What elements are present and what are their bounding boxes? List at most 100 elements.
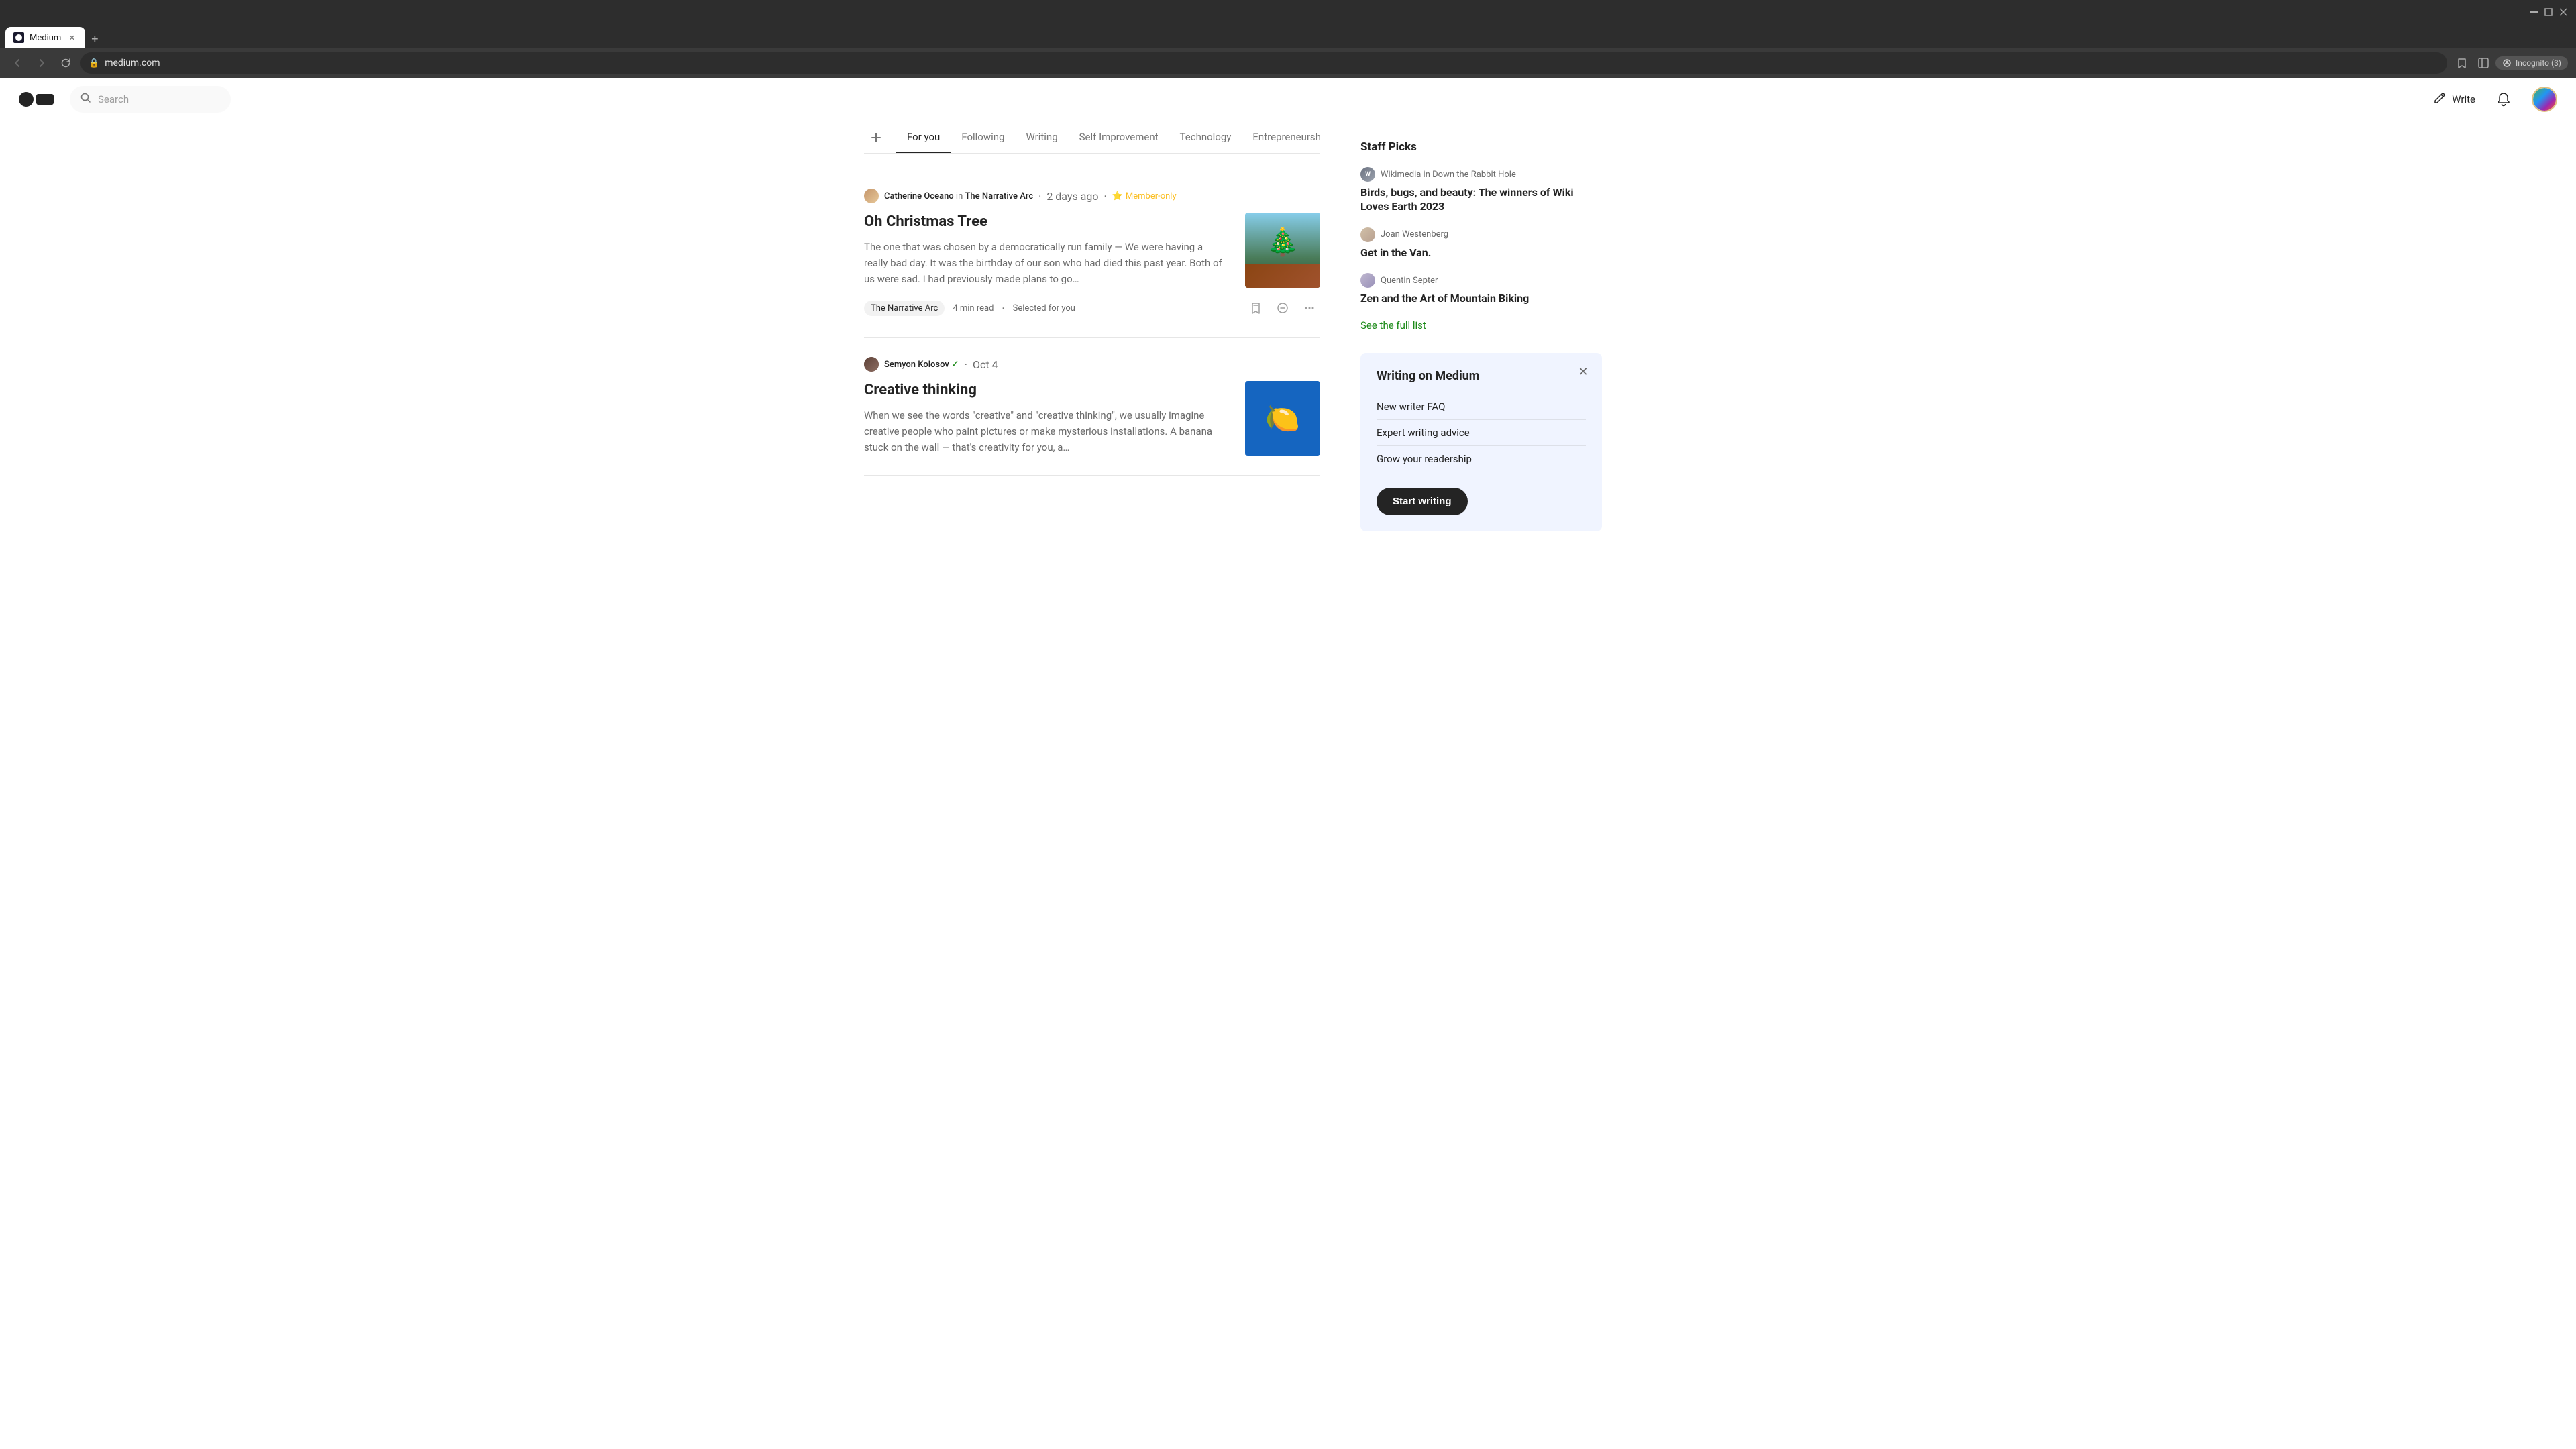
author-name[interactable]: Catherine Oceano: [884, 191, 954, 201]
staff-picks-section: Staff Picks W Wikimedia in Down the Rabb…: [1360, 140, 1602, 331]
article-time: Oct 4: [973, 358, 998, 371]
article-author-line: Catherine Oceano in The Narrative Arc: [884, 191, 1033, 201]
address-bar-lock-icon: 🔒: [89, 58, 99, 68]
pick-author-name[interactable]: Joan Westenberg: [1381, 229, 1448, 239]
article-meta: Semyon Kolosov ✓ · Oct 4: [864, 357, 1320, 372]
sidebar: Staff Picks W Wikimedia in Down the Rabb…: [1360, 121, 1602, 531]
article-time: 2 days ago: [1046, 190, 1098, 203]
save-article-button[interactable]: [1245, 297, 1267, 319]
pick-author-info: Wikimedia in Down the Rabbit Hole: [1381, 170, 1516, 180]
article-thumbnail[interactable]: [1245, 381, 1320, 456]
article-body: Creative thinking When we see the words …: [864, 381, 1320, 456]
see-full-list-link[interactable]: See the full list: [1360, 319, 1602, 331]
header-right: Write: [2433, 87, 2557, 112]
expert-writing-advice-link[interactable]: Expert writing advice: [1377, 420, 1586, 446]
browser-toolbar: 🔒 medium.com Incognito (3): [0, 48, 2576, 78]
pick-title[interactable]: Get in the Van.: [1360, 246, 1602, 260]
close-button[interactable]: [2559, 7, 2568, 17]
member-label: Member-only: [1126, 191, 1177, 201]
tab-self-improvement[interactable]: Self Improvement: [1069, 121, 1169, 154]
writing-on-medium-card: ✕ Writing on Medium New writer FAQ Exper…: [1360, 353, 1602, 531]
hide-article-button[interactable]: [1272, 297, 1293, 319]
staff-picks-title: Staff Picks: [1360, 140, 1602, 154]
minimize-button[interactable]: [2529, 7, 2538, 17]
staff-pick-item: W Wikimedia in Down the Rabbit Hole Bird…: [1360, 167, 1602, 214]
category-tabs: For you Following Writing Self Improveme…: [864, 121, 1320, 154]
article-card: Catherine Oceano in The Narrative Arc · …: [864, 170, 1320, 338]
grow-readership-link[interactable]: Grow your readership: [1377, 446, 1586, 472]
article-title[interactable]: Oh Christmas Tree: [864, 213, 1229, 232]
pick-author-row: Quentin Septer: [1360, 273, 1602, 288]
write-button[interactable]: Write: [2433, 91, 2475, 108]
pick-publication[interactable]: Down the Rabbit Hole: [1432, 170, 1516, 180]
medium-logo[interactable]: [19, 92, 54, 107]
sidebar-button[interactable]: [2474, 54, 2493, 72]
pick-title[interactable]: Birds, bugs, and beauty: The winners of …: [1360, 186, 1602, 214]
staff-pick-item: Joan Westenberg Get in the Van.: [1360, 227, 1602, 260]
read-time: 4 min read: [953, 303, 994, 313]
browser-chrome: Medium ✕ + 🔒 medium.com In: [0, 0, 2576, 78]
staff-pick-item: Quentin Septer Zen and the Art of Mounta…: [1360, 273, 1602, 306]
refresh-button[interactable]: [56, 54, 75, 72]
new-writer-faq-link[interactable]: New writer FAQ: [1377, 394, 1586, 420]
tab-technology[interactable]: Technology: [1169, 121, 1242, 154]
article-actions: [1245, 297, 1320, 319]
tab-close-button[interactable]: ✕: [66, 32, 77, 43]
pick-author-name[interactable]: Wikimedia: [1381, 170, 1421, 180]
pick-avatar[interactable]: [1360, 273, 1375, 288]
user-avatar[interactable]: [2532, 87, 2557, 112]
tab-following[interactable]: Following: [951, 121, 1015, 154]
browser-actions: Incognito (3): [2453, 54, 2568, 72]
tab-writing[interactable]: Writing: [1015, 121, 1068, 154]
search-placeholder: Search: [98, 93, 129, 105]
publication-tag[interactable]: The Narrative Arc: [864, 301, 945, 316]
add-topic-button[interactable]: [864, 125, 888, 150]
medium-content: For you Following Writing Self Improveme…: [845, 121, 1731, 531]
back-button[interactable]: [8, 54, 27, 72]
member-icon: ⭐: [1112, 191, 1123, 201]
start-writing-button[interactable]: Start writing: [1377, 488, 1468, 515]
browser-titlebar: [0, 0, 2576, 24]
article-thumbnail-image: [1245, 213, 1320, 288]
active-tab[interactable]: Medium ✕: [5, 27, 85, 48]
tab-entrepreneurship[interactable]: Entrepreneurship: [1242, 121, 1320, 154]
article-text: Creative thinking When we see the words …: [864, 381, 1229, 455]
pick-title[interactable]: Zen and the Art of Mountain Biking: [1360, 292, 1602, 306]
browser-tabs: Medium ✕ +: [0, 24, 2576, 48]
article-excerpt: When we see the words "creative" and "cr…: [864, 407, 1229, 455]
writing-card-close-button[interactable]: ✕: [1574, 362, 1593, 381]
author-name[interactable]: Semyon Kolosov: [884, 360, 949, 370]
address-text: medium.com: [105, 58, 2439, 68]
address-bar[interactable]: 🔒 medium.com: [80, 52, 2447, 74]
bookmark-button[interactable]: [2453, 54, 2471, 72]
notifications-button[interactable]: [2491, 87, 2516, 111]
pick-avatar[interactable]: W: [1360, 167, 1375, 182]
incognito-label: Incognito (3): [2516, 58, 2561, 68]
medium-header: Search Write: [0, 78, 2576, 121]
article-card: Semyon Kolosov ✓ · Oct 4 Creative thinki…: [864, 338, 1320, 476]
search-bar[interactable]: Search: [70, 86, 231, 113]
new-tab-button[interactable]: +: [85, 30, 104, 48]
pick-author-row: W Wikimedia in Down the Rabbit Hole: [1360, 167, 1602, 182]
writing-card-title: Writing on Medium: [1377, 369, 1586, 383]
main-feed: For you Following Writing Self Improveme…: [864, 121, 1360, 531]
selected-badge: Selected for you: [1013, 303, 1075, 313]
article-publication[interactable]: The Narrative Arc: [965, 191, 1034, 201]
incognito-button[interactable]: Incognito (3): [2496, 56, 2568, 70]
author-avatar[interactable]: [864, 357, 879, 372]
article-thumbnail[interactable]: [1245, 213, 1320, 288]
article-title[interactable]: Creative thinking: [864, 381, 1229, 400]
tab-for-you[interactable]: For you: [896, 121, 951, 154]
member-badge: ⭐ Member-only: [1112, 191, 1177, 201]
pick-avatar[interactable]: [1360, 227, 1375, 242]
search-icon: [80, 93, 91, 106]
article-text: Oh Christmas Tree The one that was chose…: [864, 213, 1229, 287]
logo-graphic: [19, 92, 54, 107]
forward-button[interactable]: [32, 54, 51, 72]
author-avatar[interactable]: [864, 189, 879, 203]
more-options-button[interactable]: [1299, 297, 1320, 319]
pick-author-name[interactable]: Quentin Septer: [1381, 276, 1438, 286]
user-avatar-image: [2533, 88, 2556, 111]
maximize-button[interactable]: [2544, 7, 2553, 17]
article-thumbnail-image: [1245, 381, 1320, 456]
